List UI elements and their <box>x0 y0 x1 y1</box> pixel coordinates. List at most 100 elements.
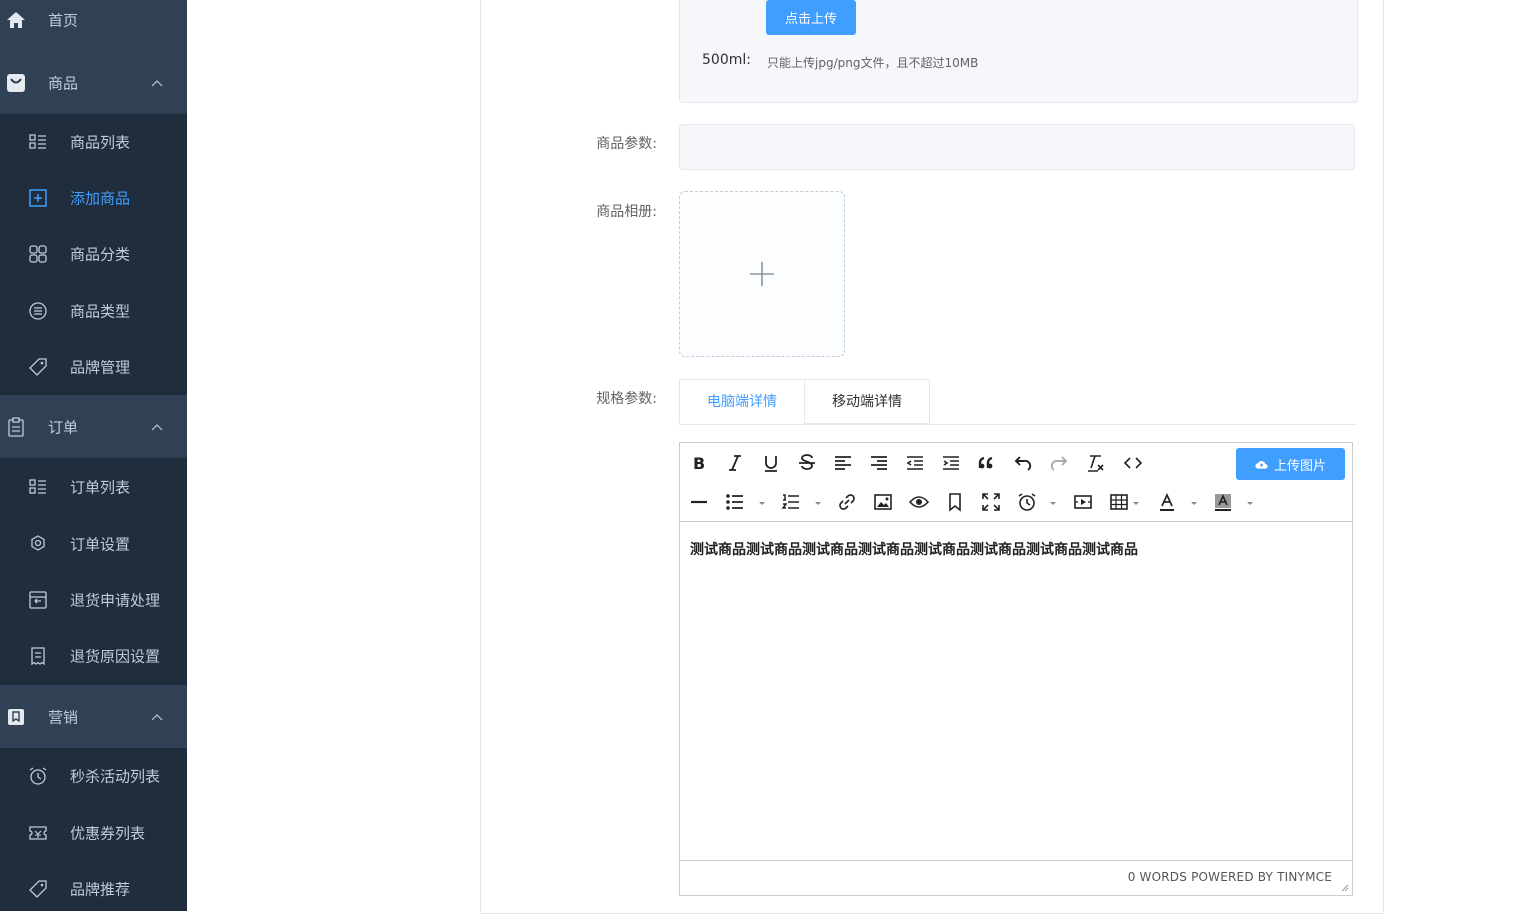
indent-icon[interactable] <box>938 450 964 476</box>
bookmark-icon <box>8 708 24 725</box>
sidebar-item-label: 订单列表 <box>70 478 131 497</box>
grid-icon <box>29 245 47 263</box>
numbered-list-icon[interactable] <box>778 489 804 515</box>
album-upload-button[interactable] <box>679 191 845 357</box>
sidebar-group-label: 营销 <box>48 708 79 726</box>
link-icon[interactable] <box>834 489 860 515</box>
params-label: 商品参数: <box>596 136 657 152</box>
text-color-icon[interactable] <box>1154 489 1180 515</box>
editor-toolbar: B 上传图片 <box>680 443 1352 522</box>
tag-icon <box>29 358 47 376</box>
undo-icon[interactable] <box>1010 450 1036 476</box>
editor-content[interactable]: 测试商品测试商品测试商品测试商品测试商品测试商品测试商品测试商品 <box>690 539 1138 559</box>
receipt-icon <box>31 647 45 666</box>
bold-icon[interactable]: B <box>686 450 712 476</box>
sidebar-item-label: 商品类型 <box>70 302 131 321</box>
tab-mobile-detail[interactable]: 移动端详情 <box>804 379 930 424</box>
align-right-icon[interactable] <box>866 450 892 476</box>
svg-text:B: B <box>693 454 705 473</box>
sidebar-item-flash-sale[interactable]: 秒杀活动列表 <box>0 748 187 804</box>
sidebar-item-coupon-list[interactable]: 优惠券列表 <box>0 805 187 861</box>
strikethrough-icon[interactable] <box>794 450 820 476</box>
tag-icon <box>29 880 47 898</box>
sidebar-group-home[interactable]: 首页 <box>0 0 187 51</box>
sidebar-item-brand-recommend[interactable]: 品牌推荐 <box>0 861 187 911</box>
image-icon[interactable] <box>870 489 896 515</box>
sidebar-item-label: 退货申请处理 <box>70 591 161 610</box>
blockquote-icon[interactable] <box>974 450 1000 476</box>
chevron-down-icon[interactable] <box>813 498 823 508</box>
gear-icon <box>31 535 45 551</box>
ticket-icon <box>29 826 47 840</box>
cloud-upload-icon <box>1255 460 1268 469</box>
detail-tabs: 电脑端详情 移动端详情 <box>679 379 1356 425</box>
sidebar-item-label: 订单设置 <box>70 535 131 554</box>
media-icon[interactable] <box>1070 489 1096 515</box>
preview-icon[interactable] <box>906 489 932 515</box>
sidebar-group-marketing[interactable]: 营销 <box>0 685 187 748</box>
clear-format-icon[interactable] <box>1082 450 1108 476</box>
sidebar-item-label: 品牌管理 <box>70 358 131 377</box>
bullet-list-icon[interactable] <box>722 489 748 515</box>
sidebar: 首页 商品 商品列表 添加商品 商品分类 商品类型 品牌管理 订单 订单列表 订… <box>0 0 187 911</box>
sidebar-group-order[interactable]: 订单 <box>0 395 187 458</box>
sidebar-item-label: 品牌推荐 <box>70 880 131 899</box>
align-left-icon[interactable] <box>830 450 856 476</box>
resize-handle-icon[interactable] <box>1339 882 1349 892</box>
source-code-icon[interactable] <box>1120 450 1146 476</box>
insert-datetime-icon[interactable] <box>1014 489 1040 515</box>
spec-label: 规格参数: <box>596 391 657 407</box>
table-icon[interactable] <box>1106 489 1132 515</box>
chevron-up-icon <box>151 423 163 430</box>
chevron-down-icon[interactable] <box>1189 498 1199 508</box>
sidebar-group-label: 首页 <box>48 11 79 29</box>
outdent-icon[interactable] <box>902 450 928 476</box>
alarm-clock-icon <box>29 767 47 785</box>
chevron-down-icon[interactable] <box>1131 498 1141 508</box>
sidebar-item-product-type[interactable]: 商品类型 <box>0 283 187 339</box>
clipboard-icon <box>8 416 24 437</box>
sidebar-item-add-product[interactable]: 添加商品 <box>0 170 187 226</box>
italic-icon[interactable] <box>722 450 748 476</box>
sidebar-item-label: 秒杀活动列表 <box>70 767 161 786</box>
sidebar-item-label: 添加商品 <box>70 189 131 208</box>
sku-size-label: 500ml: <box>702 52 751 68</box>
sidebar-item-product-category[interactable]: 商品分类 <box>0 226 187 282</box>
upload-image-label: 上传图片 <box>1273 458 1326 474</box>
list-icon <box>29 134 46 149</box>
sidebar-item-return-apply[interactable]: 退货申请处理 <box>0 572 187 628</box>
chevron-down-icon[interactable] <box>1245 498 1255 508</box>
sidebar-item-brand-manage[interactable]: 品牌管理 <box>0 339 187 395</box>
tab-pc-detail[interactable]: 电脑端详情 <box>679 379 805 424</box>
redo-icon[interactable] <box>1046 450 1072 476</box>
sidebar-item-product-list[interactable]: 商品列表 <box>0 114 187 170</box>
sidebar-group-product[interactable]: 商品 <box>0 51 187 114</box>
background-color-icon[interactable] <box>1210 489 1236 515</box>
bookmark-anchor-icon[interactable] <box>942 489 968 515</box>
horizontal-rule-icon[interactable] <box>686 489 712 515</box>
sidebar-item-return-reason[interactable]: 退货原因设置 <box>0 628 187 684</box>
sidebar-item-label: 退货原因设置 <box>70 647 161 666</box>
chevron-up-icon <box>151 713 163 720</box>
click-upload-button[interactable]: 点击上传 <box>766 0 856 35</box>
return-box-icon <box>29 591 47 609</box>
product-params-input[interactable] <box>679 124 1355 170</box>
album-label: 商品相册: <box>596 204 657 220</box>
list-icon <box>29 479 46 494</box>
upload-image-button[interactable]: 上传图片 <box>1236 448 1345 480</box>
upload-tip: 只能上传jpg/png文件，且不超过10MB <box>767 56 979 70</box>
sidebar-item-label: 商品分类 <box>70 245 131 264</box>
fullscreen-icon[interactable] <box>978 489 1004 515</box>
underline-icon[interactable] <box>758 450 784 476</box>
chevron-down-icon[interactable] <box>1048 498 1058 508</box>
sidebar-item-label: 优惠券列表 <box>70 824 146 843</box>
sidebar-item-order-settings[interactable]: 订单设置 <box>0 516 187 572</box>
sidebar-group-label: 订单 <box>48 418 79 436</box>
word-count-status: 0 WORDS POWERED BY TINYMCE <box>1127 870 1332 884</box>
shopping-bag-icon <box>7 73 25 92</box>
add-square-icon <box>29 189 47 207</box>
sidebar-item-order-list[interactable]: 订单列表 <box>0 459 187 515</box>
editor-statusbar: 0 WORDS POWERED BY TINYMCE <box>680 860 1352 895</box>
chevron-up-icon <box>151 79 163 86</box>
chevron-down-icon[interactable] <box>757 498 767 508</box>
